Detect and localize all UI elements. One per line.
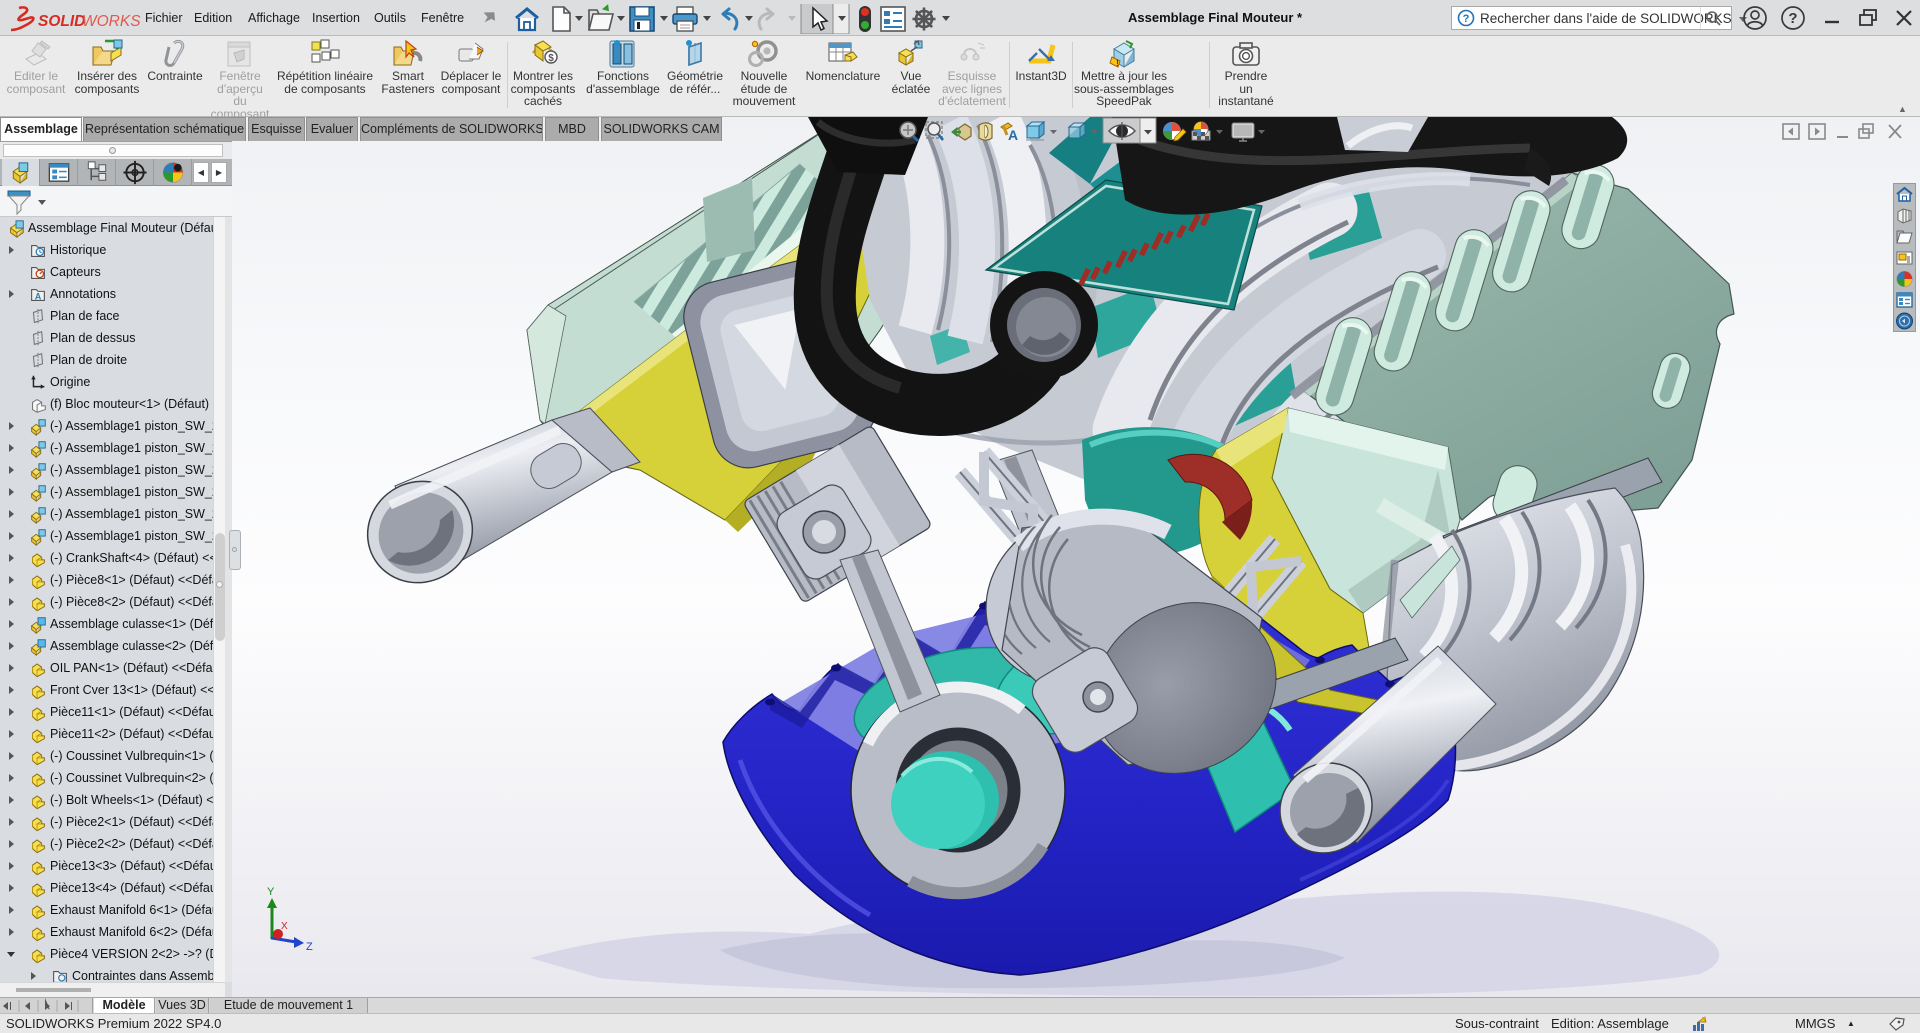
svg-text:Z: Z — [306, 941, 313, 953]
svg-text:?: ? — [1463, 13, 1470, 25]
svg-text:SOLID: SOLID — [38, 13, 85, 30]
svg-text:$: $ — [548, 53, 554, 64]
svg-text:A: A — [35, 292, 42, 302]
svg-text:X: X — [281, 921, 288, 932]
svg-text:Y: Y — [267, 886, 275, 898]
svg-text:WORKS: WORKS — [82, 13, 141, 30]
svg-text:!: ! — [1116, 58, 1119, 68]
svg-text:A: A — [1008, 127, 1018, 143]
svg-text:?: ? — [1788, 10, 1797, 27]
